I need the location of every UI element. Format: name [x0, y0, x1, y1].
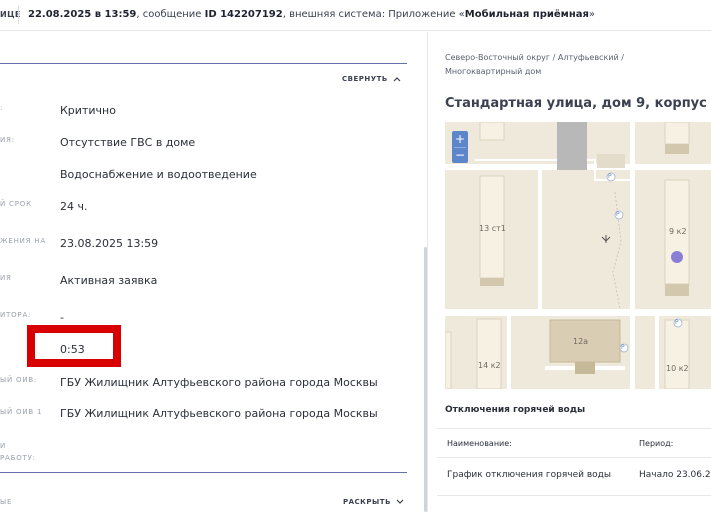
field-label-monitor: ИТОРА: [0, 311, 32, 319]
field-value-deadline: 24 ч. [60, 200, 88, 213]
building-label-10k2: 10 к2 [666, 364, 689, 373]
section-divider-top [0, 63, 407, 64]
field-label-status: ИЯ [0, 274, 12, 282]
expand-label: РАСКРЫТЬ [343, 498, 391, 506]
field-value-category: Водоснабжение и водоотведение [60, 168, 257, 181]
system-suffix: » [588, 9, 596, 20]
address-path-line-1: Северо-Восточный округ / Алтуфьевский / [445, 53, 624, 62]
parking-icon: P [621, 344, 625, 351]
zoom-in-button[interactable]: + [452, 131, 468, 147]
collapse-button[interactable]: СВЕРНУТЬ [342, 75, 401, 83]
parking-icon: P [616, 211, 620, 218]
collapse-label: СВЕРНУТЬ [342, 75, 388, 83]
field-label-due-date: ЖЕНИЯ НА [0, 237, 47, 245]
address-path: Северо-Восточный округ / Алтуфьевский / … [445, 51, 685, 79]
field-value-problem: Отсутствие ГВС в доме [60, 136, 196, 149]
address-panel: Северо-Восточный округ / Алтуфьевский / … [429, 32, 711, 512]
column-header-name: Наименование: [447, 439, 512, 448]
parking-icon: P [675, 319, 679, 326]
outages-title: Отключения горячей воды [445, 405, 586, 415]
table-row-divider [437, 495, 711, 496]
system-name: Мобильная приёмная [464, 9, 589, 20]
field-value-priority: Критично [60, 104, 116, 117]
column-header-period: Период: [639, 439, 674, 448]
field-label-deadline: Й СРОК [0, 200, 32, 208]
chevron-down-icon [396, 499, 404, 504]
message-prefix: , сообщение [136, 9, 205, 20]
request-date: 22.08.2025 в 13:59 [28, 9, 137, 20]
header-divider [18, 6, 19, 24]
parking-icon: P [608, 173, 612, 180]
field-value-timer: 0:53 [60, 343, 85, 356]
field-label-extra: И [0, 442, 7, 450]
field-value-responsible-1: ГБУ Жилищник Алтуфьевского района города… [60, 407, 378, 420]
field-label-responsible: ЫЙ ОИВ: [0, 376, 38, 384]
building-label-14k2: 14 к2 [478, 361, 501, 370]
map-view[interactable]: P P P P 13 ст1 9 к2 12а 14 к2 10 к2 + − [445, 122, 711, 389]
zoom-out-button[interactable]: − [452, 147, 468, 163]
section-divider-bottom [0, 472, 407, 473]
header-bar: ИЦЕ 22.08.2025 в 13:59, сообщение ID 142… [0, 0, 711, 31]
details-panel: СВЕРНУТЬ : Критично ИЯ: Отсутствие ГВС в… [0, 32, 428, 512]
zoom-control: + − [452, 131, 468, 163]
building-label-13: 13 ст1 [479, 224, 506, 233]
field-value-due-date: 23.08.2025 13:59 [60, 237, 159, 250]
field-label-responsible-1: ЫЙ ОИВ 1 [0, 408, 43, 416]
address-title: Стандартная улица, дом 9, корпус 2 [445, 96, 711, 111]
field-label-to-work: РАБОТУ: [0, 454, 36, 462]
outage-row-period: Начало 23.06.2025 [639, 470, 711, 480]
outage-row-name: График отключения горячей воды [447, 470, 611, 480]
next-section-label: ЫЕ [0, 498, 13, 506]
field-label-priority: : [0, 104, 4, 112]
building-label-9k2: 9 к2 [669, 227, 687, 236]
location-marker[interactable] [671, 251, 683, 263]
field-value-status: Активная заявка [60, 274, 158, 287]
chevron-up-icon [393, 77, 401, 82]
expand-button[interactable]: РАСКРЫТЬ [343, 498, 404, 506]
address-path-line-2: Многоквартирный дом [445, 67, 542, 76]
field-label-problem: ИЯ: [0, 136, 15, 144]
field-value-monitor: - [60, 311, 64, 324]
panel-divider [427, 32, 428, 512]
request-info: 22.08.2025 в 13:59, сообщение ID 1422071… [28, 9, 595, 20]
system-prefix: , внешняя система: Приложение « [282, 9, 465, 20]
request-id: ID 142207192 [204, 9, 283, 20]
building-label-12a: 12а [573, 337, 589, 346]
field-value-responsible: ГБУ Жилищник Алтуфьевского района города… [60, 376, 378, 389]
outages-table-header: Наименование: Период: [437, 428, 711, 458]
